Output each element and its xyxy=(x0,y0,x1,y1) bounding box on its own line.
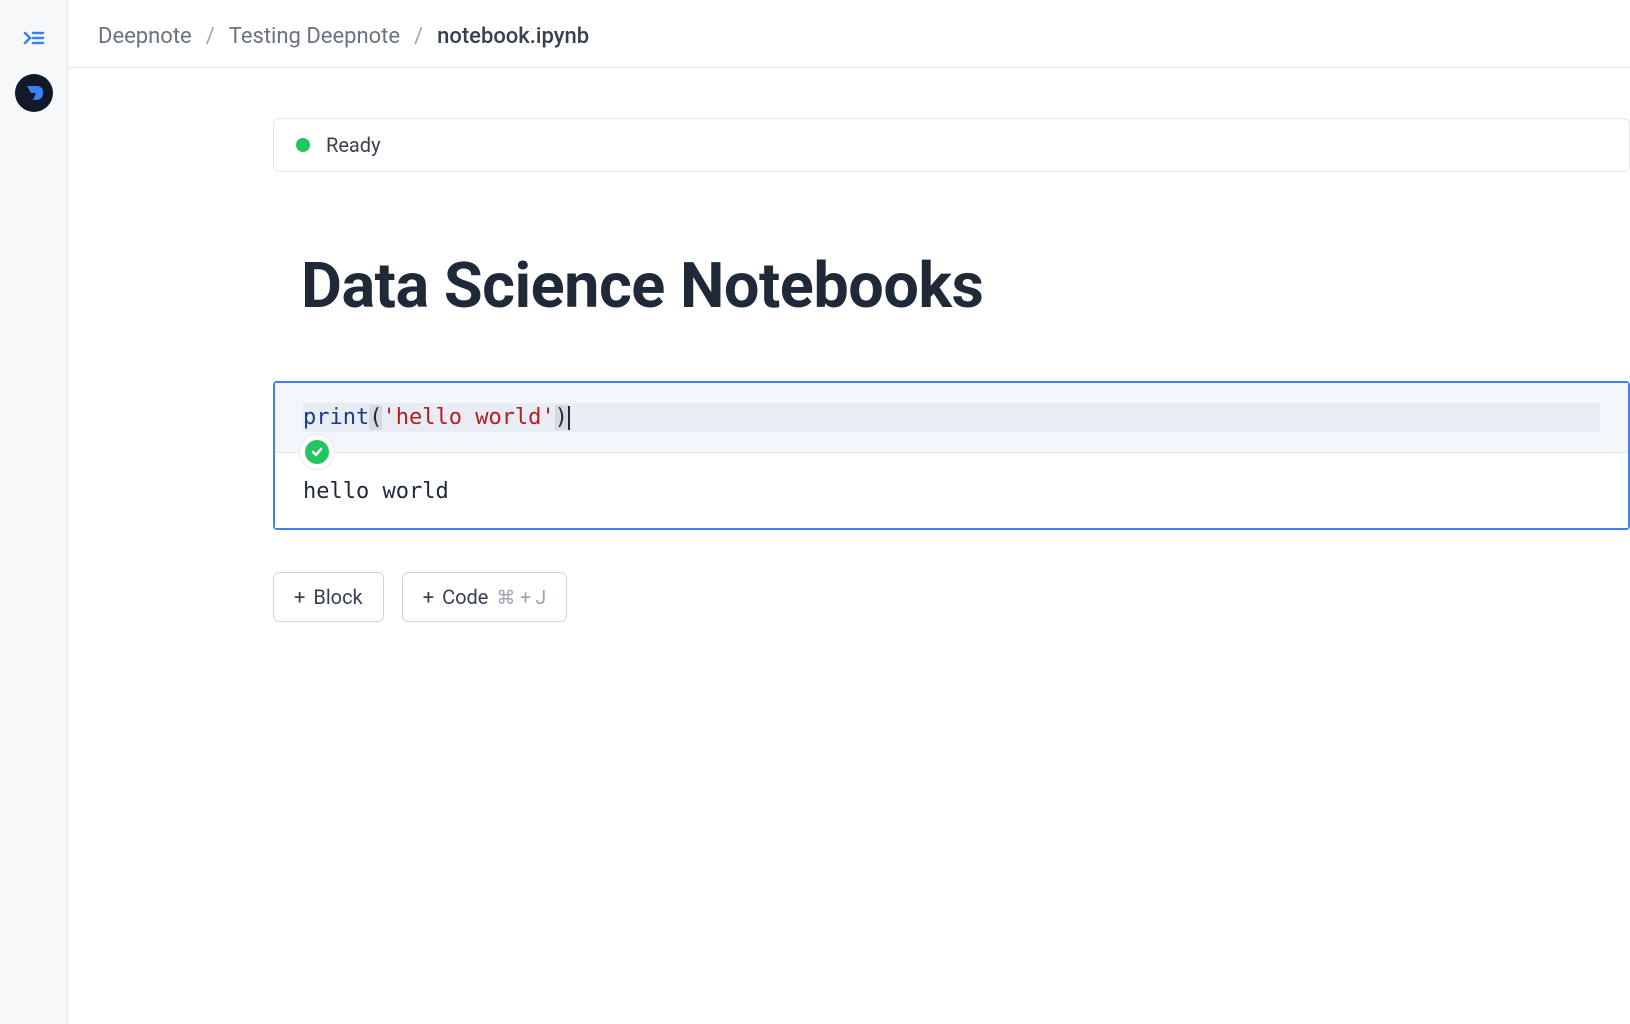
breadcrumb-current: notebook.ipynb xyxy=(437,24,589,49)
breadcrumb-separator: / xyxy=(206,24,215,49)
code-editor[interactable]: print('hello world') xyxy=(275,383,1628,452)
code-token-function: print xyxy=(303,405,369,430)
text-cursor xyxy=(568,406,570,430)
breadcrumb: Deepnote / Testing Deepnote / notebook.i… xyxy=(68,0,1630,68)
breadcrumb-root[interactable]: Deepnote xyxy=(98,24,192,49)
add-block-button[interactable]: + Block xyxy=(273,572,384,622)
code-token-paren: ) xyxy=(555,405,568,430)
sidebar-toggle-icon xyxy=(22,30,46,50)
cell-actions: + Block + Code ⌘ + J xyxy=(273,572,1630,622)
status-dot-icon xyxy=(296,138,310,152)
content-area: Ready Data Science Notebooks print('hell… xyxy=(68,68,1630,1024)
cell-status-badge xyxy=(299,434,335,470)
add-code-label: Code xyxy=(442,585,488,609)
breadcrumb-project[interactable]: Testing Deepnote xyxy=(229,24,400,49)
add-block-label: Block xyxy=(313,585,362,609)
main: Deepnote / Testing Deepnote / notebook.i… xyxy=(68,0,1630,1024)
check-icon xyxy=(310,445,324,459)
sidebar xyxy=(0,0,68,1024)
deepnote-logo-button[interactable] xyxy=(15,74,53,112)
breadcrumb-separator: / xyxy=(414,24,423,49)
cell-output: hello world xyxy=(275,452,1628,528)
sidebar-toggle-button[interactable] xyxy=(20,28,48,52)
status-label: Ready xyxy=(326,133,381,157)
kernel-status-bar[interactable]: Ready xyxy=(273,118,1630,172)
code-token-paren: ( xyxy=(369,405,382,430)
add-code-button[interactable]: + Code ⌘ + J xyxy=(402,572,567,622)
deepnote-logo-icon xyxy=(23,82,45,104)
plus-icon: + xyxy=(423,585,434,609)
keyboard-shortcut-hint: ⌘ + J xyxy=(496,586,546,609)
plus-icon: + xyxy=(294,585,305,609)
code-token-string: 'hello world' xyxy=(382,405,554,430)
code-cell[interactable]: print('hello world') hello world xyxy=(273,381,1630,530)
notebook-title[interactable]: Data Science Notebooks xyxy=(273,250,1630,323)
